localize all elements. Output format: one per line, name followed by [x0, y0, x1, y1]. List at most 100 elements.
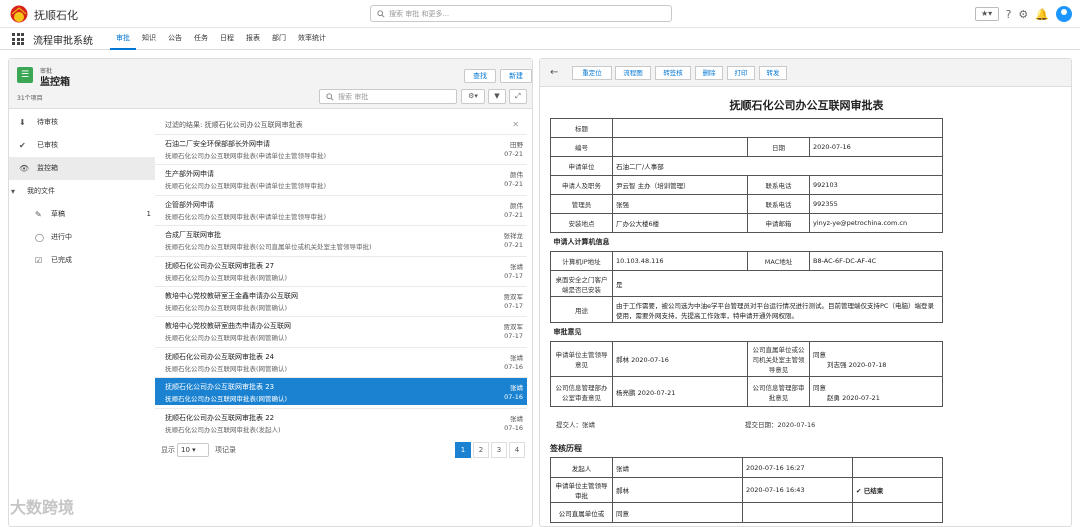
new-button[interactable]: 新建 [500, 69, 532, 83]
document-title: 抚顺石化公司办公互联网审批表 [729, 99, 884, 112]
value-number [612, 137, 748, 157]
list-item-title: 教培中心党校教研室曲杰申请办公互联网 [165, 322, 291, 331]
label-unit: 申请单位 [550, 156, 613, 176]
expand-icon[interactable]: ⤢ [509, 89, 527, 104]
nav-tab[interactable]: 任务 [188, 28, 214, 50]
top-right-icons: ★▾ ? ⚙ 🔔 [974, 5, 1072, 23]
toolbar-button[interactable]: 删除 [695, 66, 723, 80]
value-purpose: 由于工作需要，被公司选为中油e学平台管理员对平台运行情况进行测试。目前管理端仅支… [612, 296, 943, 323]
label-number: 编号 [550, 137, 613, 157]
search-placeholder: 搜索 审批 和更多... [389, 10, 450, 18]
folder-item[interactable]: ☑ 已完成 [9, 249, 155, 272]
list-item-title: 抚顺石化公司办公互联网审批表 27 [165, 261, 275, 270]
list-item[interactable]: 抚顺石化公司办公互联网审批表 23 抚顺石化公司办公互联网审批表(网管确认) 张靖 0… [155, 377, 527, 406]
avatar[interactable] [1056, 6, 1072, 22]
folder-label: 已完成 [51, 256, 72, 264]
page-button[interactable]: 2 [473, 442, 489, 458]
toolbar-button[interactable]: 转签核 [655, 66, 691, 80]
list-item[interactable]: 石油二厂安全环保部部长外网申请 抚顺石化公司办公互联网审批表(申请单位主管领导审批… [155, 134, 527, 162]
history-row: 发起人 张靖 2020-07-16 16:27 [550, 457, 943, 478]
list-item-title: 教培中心党校教研室王金鑫申请办公互联网 [165, 292, 298, 300]
folder-item[interactable]: ✔ 已审核 [9, 134, 155, 157]
close-icon[interactable]: ✕ [512, 117, 519, 133]
list-item-subtitle: 抚顺石化公司办公互联网审批表(发起人) [165, 425, 281, 434]
label-admin: 管理员 [550, 194, 613, 214]
list-item[interactable]: 教培中心党校教研室王金鑫申请办公互联网 抚顺石化公司办公互联网审批表(网管确认) 贾… [155, 286, 527, 314]
nav-tab[interactable]: 报表 [240, 28, 266, 50]
page-button[interactable]: 3 [491, 442, 507, 458]
toolbar-button[interactable]: 转发 [759, 66, 787, 80]
folder-label: 进行中 [51, 233, 72, 241]
folder-icon: ⬇ [19, 118, 26, 127]
list-item-person: 颜伟 [510, 171, 523, 180]
list-item-date: 07-16 [504, 393, 523, 402]
folder-item[interactable]: ◯ 进行中 [9, 226, 155, 249]
list-item-person: 张靖 [510, 262, 523, 271]
filter-icon[interactable]: ▼ [488, 89, 506, 104]
value-op3: 杨亮鹏 2020-07-21 [612, 376, 748, 407]
list-item-subtitle: 抚顺石化公司办公互联网审批表(网管确认) [165, 334, 288, 343]
history-name: 郝林 [612, 477, 743, 503]
label-op4: 公司信息管理部审批意见 [747, 376, 810, 407]
toolbar-button[interactable]: 重定位 [572, 66, 612, 80]
list-item-title: 抚顺石化公司办公互联网审批表 23 [165, 383, 275, 392]
value-op2-b: 刘志强 2020-07-18 [827, 361, 887, 369]
folder-list: ⬇ 待审核 ✔ 已审核 👁 监控箱 ▾ 我的文件 ✎ 草稿 1 ◯ 进行中 ☑ 已完成 [9, 111, 155, 501]
app-launcher-icon[interactable] [12, 33, 24, 45]
nav-tab[interactable]: 公告 [162, 28, 188, 50]
list-item-date: 07-16 [504, 362, 523, 371]
history-status [852, 502, 943, 523]
find-button[interactable]: 查找 [464, 69, 496, 83]
list-item[interactable]: 抚顺石化公司办公互联网审批表 24 抚顺石化公司办公互联网审批表(网管确认) 张靖 0… [155, 346, 527, 375]
nav-tab[interactable]: 审批 [110, 28, 136, 50]
folder-count: 1 [146, 210, 151, 218]
global-search-input[interactable]: 搜索 审批 和更多... [370, 5, 672, 22]
list-item-date: 07-16 [504, 423, 523, 432]
favorites-button[interactable]: ★▾ [974, 7, 999, 21]
folder-item[interactable]: ▾ 我的文件 [9, 180, 155, 203]
folder-item[interactable]: ⬇ 待审核 [9, 111, 155, 134]
list-item[interactable]: 抚顺石化公司办公互联网审批表 27 抚顺石化公司办公互联网审批表(网管确认) 张靖 0… [155, 255, 527, 284]
folder-item[interactable]: 👁 监控箱 [9, 157, 155, 180]
value-admin-phone: 992355 [809, 194, 943, 214]
watermark: 大数跨境 [10, 498, 75, 517]
list-item[interactable]: 企管部外网申请 抚顺石化公司办公互联网审批表(申请单位主管领导审批) 颜伟 07-21 [155, 194, 527, 223]
list-item-date: 07-21 [504, 210, 523, 219]
list-item-title: 抚顺石化公司办公互联网审批表 24 [165, 352, 275, 361]
list-item[interactable]: 抚顺石化公司办公互联网审批表 22 抚顺石化公司办公互联网审批表(发起人) 张靖 07… [155, 407, 527, 436]
value-op2-a: 同意 [813, 351, 826, 359]
page-size-select[interactable]: 10 ▾ [177, 443, 209, 457]
label-op3: 公司信息管理部办公室审查意见 [550, 376, 613, 407]
nav-tab[interactable]: 部门 [266, 28, 292, 50]
history-row: 申请单位主管领导审批 郝林 2020-07-16 16:43 ✔ 已结束 [550, 477, 943, 503]
list-item[interactable]: 生产部外网申请 抚顺石化公司办公互联网审批表(申请单位主管领导审批) 颜伟 07-21 [155, 164, 527, 192]
value-op4: 同意 赵勇 2020-07-21 [809, 376, 943, 407]
page-button[interactable]: 1 [455, 442, 471, 458]
records-label: 项记录 [215, 446, 236, 454]
gear-icon[interactable]: ⚙ [1018, 8, 1028, 21]
approval-form: 标题 编号 日期 2020-07-16 申请单位 石油二厂/人事部 申请人及职务… [550, 118, 943, 407]
list-settings-icon[interactable]: ⚙▾ [461, 89, 485, 104]
list-item-person: 张靖 [510, 384, 523, 393]
back-arrow-icon[interactable]: ← [550, 67, 558, 78]
label-location: 安装地点 [550, 213, 613, 233]
toolbar-button[interactable]: 打印 [727, 66, 755, 80]
history-time [742, 502, 853, 523]
list-search-input[interactable]: 搜索 审批 [319, 89, 457, 104]
value-op4-a: 同意 [813, 383, 826, 392]
page-button[interactable]: 4 [509, 442, 525, 458]
list-item[interactable]: 合成厂互联网审批 抚顺石化公司办公互联网审批表(公司直属单位或机关处室主管领导审批… [155, 225, 527, 253]
nav-tab[interactable]: 日程 [214, 28, 240, 50]
folder-item[interactable]: ✎ 草稿 1 [9, 203, 155, 226]
help-icon[interactable]: ? [1006, 8, 1012, 21]
list-item[interactable]: 教培中心党校教研室曲杰申请办公互联网 抚顺石化公司办公互联网审批表(网管确认) 贾双… [155, 316, 527, 344]
toolbar-button[interactable]: 流程图 [615, 66, 651, 80]
history-title: 签核历程 [550, 444, 582, 453]
nav-tab[interactable]: 知识 [136, 28, 162, 50]
nav-tab[interactable]: 效率统计 [292, 28, 332, 50]
bell-icon[interactable]: 🔔 [1035, 8, 1049, 21]
label-subject: 标题 [550, 118, 613, 138]
folder-icon: ✎ [35, 210, 42, 219]
label-op1: 申请单位主管领导意见 [550, 341, 613, 377]
list-view-title[interactable]: 监控箱 [40, 73, 70, 88]
